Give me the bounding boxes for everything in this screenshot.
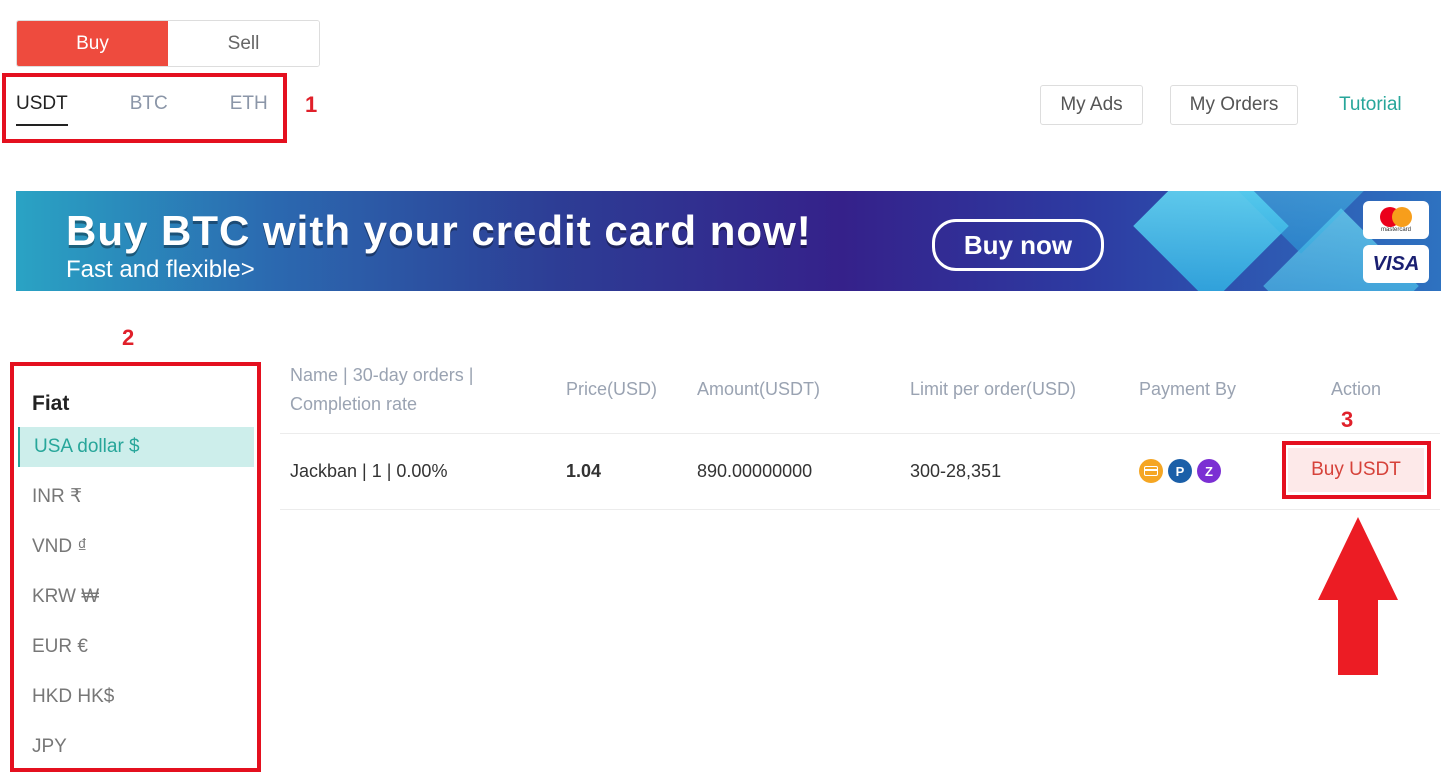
buy-now-button[interactable]: Buy now xyxy=(932,219,1104,271)
fiat-item-inr[interactable]: INR ₹ xyxy=(18,477,254,517)
highlight-box-coin-tabs xyxy=(2,73,287,143)
payment-methods: P Z xyxy=(1139,459,1221,483)
fiat-item-eur[interactable]: EUR € xyxy=(18,627,254,667)
card-payment-icon xyxy=(1139,459,1163,483)
trade-type-toggle: Buy Sell xyxy=(16,20,320,67)
tutorial-link[interactable]: Tutorial xyxy=(1339,85,1402,125)
header-limit: Limit per order(USD) xyxy=(910,379,1077,399)
banner-title: Buy BTC with your credit card now! xyxy=(66,207,812,254)
banner-subtitle: Fast and flexible> xyxy=(66,256,255,283)
mastercard-icon: mastercard xyxy=(1363,201,1429,239)
visa-icon: VISA xyxy=(1363,245,1429,283)
fiat-item-vnd[interactable]: VND ₫ xyxy=(18,527,254,567)
my-orders-button[interactable]: My Orders xyxy=(1170,85,1298,125)
header-amount: Amount(USDT) xyxy=(697,379,821,399)
sell-tab[interactable]: Sell xyxy=(168,21,319,66)
paypal-icon: P xyxy=(1168,459,1192,483)
fiat-item-hkd[interactable]: HKD HK$ xyxy=(18,677,254,717)
header-name: Name | 30-day orders | Completion rate xyxy=(290,365,474,414)
annotation-1: 1 xyxy=(305,92,318,117)
fiat-item-krw[interactable]: KRW ₩ xyxy=(18,577,254,617)
annotation-3: 3 xyxy=(1341,407,1354,432)
zelle-icon: Z xyxy=(1197,459,1221,483)
header-action: Action xyxy=(1331,379,1382,399)
row-amount: 890.00000000 xyxy=(697,461,813,481)
row-limit: 300-28,351 xyxy=(910,461,1002,481)
header-price: Price(USD) xyxy=(566,379,658,399)
annotation-2: 2 xyxy=(122,325,135,350)
row-name[interactable]: Jackban | 1 | 0.00% xyxy=(290,461,447,482)
fiat-item-usd[interactable]: USA dollar $ xyxy=(18,427,254,467)
divider xyxy=(280,433,1440,434)
buy-usdt-button[interactable]: Buy USDT xyxy=(1288,448,1424,492)
fiat-item-jpy[interactable]: JPY xyxy=(18,727,254,767)
header-payment: Payment By xyxy=(1139,379,1237,399)
row-price: 1.04 xyxy=(566,461,602,481)
buy-tab[interactable]: Buy xyxy=(17,21,168,66)
divider xyxy=(280,509,1440,510)
promo-banner[interactable]: Buy BTC with your credit card now! Fast … xyxy=(16,191,1441,291)
arrow-up-icon xyxy=(1318,517,1398,675)
my-ads-button[interactable]: My Ads xyxy=(1040,85,1143,125)
fiat-title: Fiat xyxy=(32,392,70,415)
